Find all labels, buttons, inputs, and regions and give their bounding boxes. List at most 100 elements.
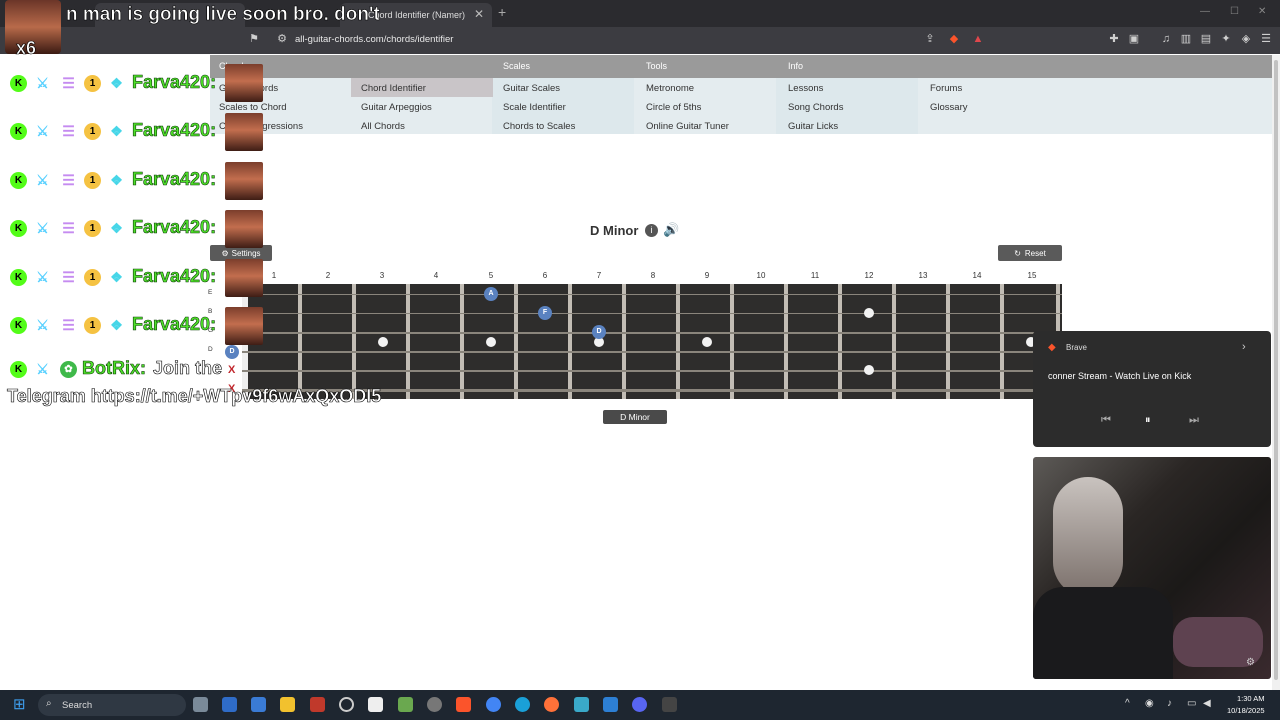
- founder-badge-icon: ❖: [110, 75, 123, 91]
- nav-circle-of-fifths[interactable]: Circle of 5ths: [646, 102, 701, 113]
- search-icon: ⌕: [46, 698, 52, 709]
- app-icon-4[interactable]: [339, 697, 354, 712]
- chord-note[interactable]: A: [484, 287, 498, 301]
- url-field[interactable]: all-guitar-chords.com/chords/identifier: [295, 34, 453, 45]
- fret-inlay: [702, 337, 712, 347]
- nav-online-tuner[interactable]: Online Guitar Tuner: [646, 121, 729, 132]
- nav-metronome[interactable]: Metronome: [646, 83, 694, 94]
- taskbar-search[interactable]: ⌕ Search: [38, 694, 186, 716]
- brave-shield-icon[interactable]: ◆: [948, 33, 960, 45]
- firefox-icon[interactable]: [544, 697, 559, 712]
- vpn-icon[interactable]: ◈: [1240, 33, 1252, 45]
- pause-icon[interactable]: ⏸: [1145, 414, 1151, 427]
- nav-guitar-arpeggios[interactable]: Guitar Arpeggios: [361, 102, 432, 113]
- next-track-icon[interactable]: ⏭: [1189, 414, 1199, 427]
- nav-guitar-scales[interactable]: Guitar Scales: [503, 83, 560, 94]
- brave-rewards-icon[interactable]: ▲: [972, 33, 984, 45]
- chat-message: K ⚔ ✿ BotRix: Join the: [8, 356, 248, 384]
- discord-icon[interactable]: [632, 697, 647, 712]
- tray-app-icon[interactable]: ◉: [1145, 698, 1154, 709]
- share-icon[interactable]: ⇪: [924, 33, 936, 45]
- menu-icon[interactable]: ☰: [1260, 33, 1272, 45]
- sub-badge-icon: ☰: [62, 220, 75, 236]
- gift-badge-icon: 1: [84, 269, 101, 286]
- extensions-icon[interactable]: ✚: [1108, 33, 1120, 45]
- fret-wire: [622, 284, 626, 399]
- new-tab-button[interactable]: +: [498, 4, 506, 20]
- app-icon-taskview[interactable]: [193, 697, 208, 712]
- maximize-icon[interactable]: ☐: [1230, 6, 1239, 17]
- brave-taskbar-icon[interactable]: [456, 697, 471, 712]
- volume-icon[interactable]: ◀: [1203, 698, 1211, 709]
- chrome-icon[interactable]: [486, 697, 501, 712]
- chat-username: Farva420:: [132, 120, 217, 141]
- clock-date[interactable]: 10/18/2025: [1227, 706, 1265, 715]
- bookmark-icon[interactable]: ⚑: [248, 33, 260, 45]
- nav-forums[interactable]: Forums: [930, 83, 962, 94]
- previous-track-icon[interactable]: ⏮: [1101, 414, 1111, 427]
- nav-header-scales[interactable]: Scales: [503, 61, 530, 71]
- app-icon-7[interactable]: [427, 697, 442, 712]
- nav-chords-to-scales[interactable]: Chords to Scales: [503, 121, 575, 132]
- nav-guitar-licks[interactable]: Guitar Licks: [788, 121, 838, 132]
- network-icon[interactable]: ▭: [1187, 698, 1196, 709]
- nav-all-chords[interactable]: All Chords: [361, 121, 405, 132]
- webcam-settings-icon[interactable]: ⚙: [1246, 657, 1255, 668]
- media-icon[interactable]: ♫: [1160, 33, 1172, 45]
- fret-wire: [1000, 284, 1004, 399]
- chevron-right-icon[interactable]: ›: [1242, 341, 1246, 353]
- sub-badge-icon: ☰: [62, 75, 75, 91]
- nav-glossary[interactable]: Glossary: [930, 102, 967, 113]
- nav-header-info[interactable]: Info: [788, 61, 803, 71]
- reset-button[interactable]: ↻ Reset: [998, 245, 1062, 261]
- leo-ai-icon[interactable]: ✦: [1220, 33, 1232, 45]
- kick-badge-icon: K: [10, 361, 27, 378]
- minimize-icon[interactable]: —: [1200, 6, 1210, 17]
- tray-chevron-up-icon[interactable]: ^: [1125, 698, 1130, 709]
- file-explorer-icon[interactable]: [280, 697, 295, 712]
- nav-scale-identifier[interactable]: Scale Identifier: [503, 102, 566, 113]
- screenshot-icon[interactable]: ▣: [1128, 33, 1140, 45]
- webcam-feed: [1033, 457, 1271, 679]
- close-window-icon[interactable]: ✕: [1258, 6, 1266, 17]
- app-icon-8[interactable]: [574, 697, 589, 712]
- nav-song-chords[interactable]: Song Chords: [788, 102, 843, 113]
- fret-number: 15: [1027, 271, 1037, 280]
- app-icon-3[interactable]: [310, 697, 325, 712]
- nav-lessons[interactable]: Lessons: [788, 83, 823, 94]
- sword-badge-icon: ⚔: [36, 123, 49, 139]
- app-icon-1[interactable]: [222, 697, 237, 712]
- chat-emote: [225, 210, 263, 248]
- fret-wire: [568, 284, 572, 399]
- nav-header-tools[interactable]: Tools: [646, 61, 667, 71]
- settings-label: Settings: [231, 248, 261, 258]
- app-icon-9[interactable]: [662, 697, 677, 712]
- edge-icon[interactable]: [515, 697, 530, 712]
- site-info-icon[interactable]: ⚙: [276, 33, 288, 45]
- guitar-string: [242, 294, 1062, 295]
- chat-username: BotRix:: [82, 358, 147, 379]
- sub-badge-icon: ☰: [62, 172, 75, 188]
- windows-start-icon[interactable]: ⊞: [13, 695, 26, 713]
- microphone-icon[interactable]: ♪: [1167, 698, 1172, 709]
- gift-badge-icon: 1: [84, 220, 101, 237]
- sidebar-icon[interactable]: ▥: [1180, 33, 1192, 45]
- app-icon-6[interactable]: [398, 697, 413, 712]
- scrollbar-thumb[interactable]: [1274, 60, 1278, 680]
- tab-close-icon[interactable]: ✕: [474, 7, 484, 21]
- chord-note[interactable]: F: [538, 306, 552, 320]
- fretboard[interactable]: [242, 284, 1062, 399]
- speaker-icon[interactable]: 🔊: [663, 222, 679, 238]
- app-icon-2[interactable]: [251, 697, 266, 712]
- nav-chord-identifier[interactable]: Chord Identifier: [361, 83, 426, 94]
- nav-scales-to-chord[interactable]: Scales to Chord: [219, 102, 287, 113]
- webcam-person-body: [1033, 587, 1173, 679]
- guitar-string: [242, 370, 1062, 372]
- wallet-icon[interactable]: ▤: [1200, 33, 1212, 45]
- info-icon[interactable]: i: [645, 224, 658, 237]
- gift-badge-icon: 1: [84, 75, 101, 92]
- clock-time[interactable]: 1:30 AM: [1237, 694, 1265, 703]
- app-icon-5[interactable]: [368, 697, 383, 712]
- chord-note[interactable]: D: [592, 325, 606, 339]
- vscode-icon[interactable]: [603, 697, 618, 712]
